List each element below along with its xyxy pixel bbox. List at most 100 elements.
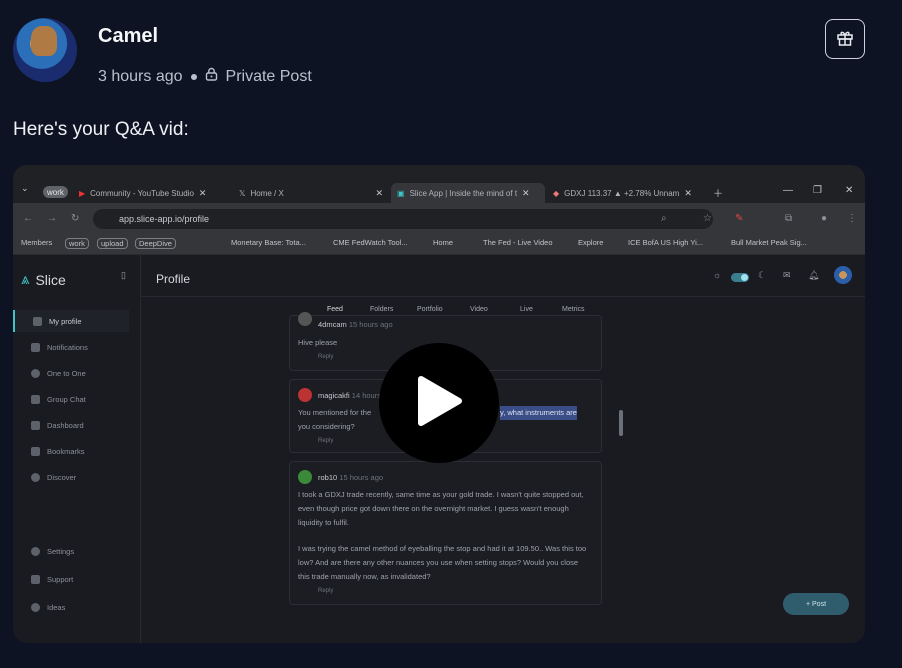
sidebar-item-settings: Settings	[31, 547, 74, 556]
sidebar-item-support: Support	[31, 575, 73, 584]
minimize-icon: —	[783, 185, 793, 196]
video-player[interactable]: ⌄ work ▶ Community - YouTube Studio ✕ 𝕏 Hom…	[13, 165, 865, 643]
url-field: app.slice-app.io/profile	[93, 209, 713, 229]
tab-x: 𝕏 Home / X ✕	[239, 187, 383, 198]
comment-card: rob10 15 hours ago I took a GDXJ trade r…	[289, 461, 602, 605]
mail-icon: ✉	[783, 270, 791, 280]
profile-icon	[33, 316, 42, 326]
user: rob10	[318, 473, 338, 482]
commenter-avatar	[298, 470, 312, 484]
gear-icon	[31, 547, 40, 556]
comment-line: this trade manually now, as invalidated?	[298, 572, 431, 581]
sidebar-label: Discover	[47, 473, 77, 482]
gift-icon	[836, 29, 854, 50]
tab-label: Community - YouTube Studio	[90, 188, 194, 198]
user: magicakfi	[318, 391, 350, 400]
reply-link: Reply	[318, 438, 334, 444]
bookmark: DeepDive	[135, 238, 176, 249]
sidebar-label: Group Chat	[47, 395, 86, 404]
back-icon: ←	[23, 213, 33, 224]
tab-live: Live	[520, 306, 533, 313]
moon-icon: ☾	[758, 270, 767, 280]
sidebar-label: Settings	[47, 547, 75, 556]
post-meta: 3 hours ago Private Post	[98, 67, 312, 86]
visibility-label: Private Post	[225, 67, 312, 85]
logo-text: Slice	[35, 271, 66, 288]
user: 4dmcam	[318, 320, 347, 329]
gift-button[interactable]	[825, 19, 865, 59]
group-chat-icon	[31, 395, 40, 404]
comment-line: I was trying the camel method of eyeball…	[298, 544, 587, 553]
bookmark: CME FedWatch Tool...	[333, 238, 408, 247]
sidebar-item-dashboard: Dashboard	[31, 421, 84, 430]
tab-youtube: ▶ Community - YouTube Studio ✕	[79, 187, 207, 198]
menu-icon: ⋮	[847, 213, 857, 224]
sidebar-label: Dashboard	[47, 421, 84, 430]
post-time: 3 hours ago	[98, 67, 183, 85]
close-window-icon: ✕	[845, 185, 854, 196]
reply-link: Reply	[318, 588, 334, 594]
sidebar-item-bookmarks: Bookmarks	[31, 447, 85, 456]
sidebar-label: Ideas	[47, 603, 66, 612]
tab-folders: Folders	[370, 306, 394, 313]
bookmark: Home	[433, 238, 454, 247]
puzzle-icon: ⧉	[785, 213, 793, 224]
bookmark: work	[65, 238, 89, 249]
comment-line: liquidity to fulfil.	[298, 518, 349, 527]
bookmark-star-icon: ☆	[703, 213, 712, 224]
time: 15 hours ago	[348, 320, 393, 329]
bookmark: Monetary Base: Tota...	[231, 238, 306, 247]
sidebar-label: My profile	[49, 316, 82, 326]
dashboard-icon	[31, 421, 40, 430]
reload-icon: ↻	[71, 213, 80, 224]
bookmark: The Fed - Live Video	[483, 238, 553, 247]
post-button: + Post	[783, 593, 849, 615]
sidebar-label: Notifications	[47, 343, 88, 352]
sidebar-label: One to One	[47, 369, 86, 378]
comment-text-b: y, what instruments are	[500, 406, 577, 420]
play-button[interactable]	[379, 343, 499, 463]
compass-icon	[31, 473, 40, 482]
slice-logo: ⩓ Slice	[21, 271, 66, 288]
sidebar-item-notifications: Notifications	[31, 343, 88, 352]
sidebar-item-my-profile: My profile	[13, 310, 129, 332]
bookmark: Explore	[578, 238, 604, 247]
tab-group-label: work	[43, 186, 68, 198]
zoom-icon: ⌕	[661, 213, 667, 224]
comment-text-c: you considering?	[298, 422, 355, 431]
tab-label: Slice App | Inside the mind of t	[409, 188, 518, 198]
commenter-avatar	[298, 312, 312, 326]
sidebar-item-group-chat: Group Chat	[31, 395, 86, 404]
bell-icon: 🔔︎	[808, 270, 820, 280]
chat-icon	[31, 369, 40, 378]
sun-icon: ☼	[713, 270, 722, 280]
commenter-avatar	[298, 388, 312, 402]
bell-icon	[31, 343, 40, 352]
lightbulb-icon	[31, 603, 40, 612]
tab-portfolio: Portfolio	[417, 306, 443, 313]
commenter-name: rob10 15 hours ago	[318, 473, 383, 482]
bookmark: ICE BofA US High Yi...	[628, 238, 704, 247]
tab-gdxj: ◆ GDXJ 113.37 ▲ +2.78% Unnam ✕	[553, 187, 692, 198]
tab-slice: ▣ Slice App | Inside the mind of t ✕	[391, 183, 545, 203]
sidebar-label: Bookmarks	[47, 447, 85, 456]
page-title: Profile	[156, 272, 191, 286]
tab-feed: Feed	[327, 306, 343, 313]
bookmark: upload	[97, 238, 128, 249]
bookmark-icon	[31, 447, 40, 456]
comment-text-a: You mentioned for the	[298, 408, 372, 417]
sidebar-toggle-icon: ▯	[121, 270, 126, 280]
sidebar-label: Support	[47, 575, 74, 584]
forward-icon: →	[47, 213, 57, 224]
comment-line: low? And are there any other nuances you…	[298, 558, 579, 567]
tab-video: Video	[470, 306, 488, 313]
theme-toggle	[731, 273, 749, 282]
new-tab-icon: ＋	[713, 189, 723, 200]
profile-icon: ●	[821, 213, 828, 224]
header-divider	[141, 296, 865, 297]
extension-icon: ✎	[735, 213, 744, 224]
comment-line: even though price got down there on the …	[298, 504, 569, 513]
author-name[interactable]: Camel	[98, 25, 158, 48]
tab-metrics: Metrics	[562, 306, 585, 313]
author-avatar[interactable]	[13, 18, 77, 82]
